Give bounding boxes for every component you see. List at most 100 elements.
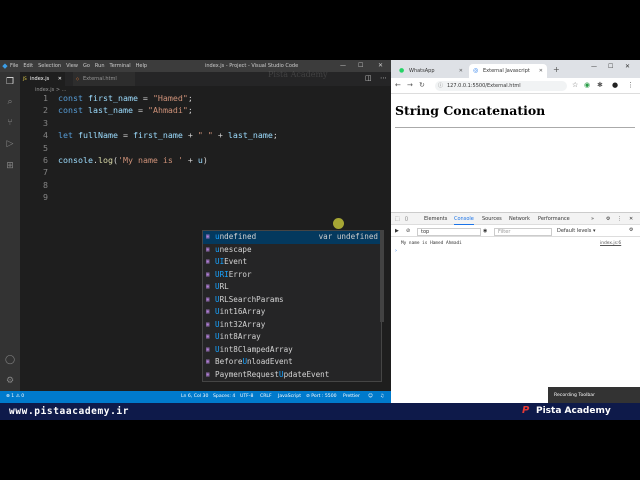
more-actions-icon[interactable]: ⋯: [380, 74, 387, 82]
problems-indicator[interactable]: ⊗ 1 ⚠ 0: [6, 394, 24, 399]
address-bar[interactable]: ⓘ 127.0.0.1:5500/External.html: [435, 81, 567, 91]
log-levels-dropdown[interactable]: Default levels ▾: [557, 228, 595, 234]
suggestion-item[interactable]: ▣ PaymentRequestUpdateEvent: [203, 369, 381, 382]
recording-toolbar[interactable]: Recording Toolbar: [548, 387, 640, 404]
suggestion-scrollbar[interactable]: [380, 230, 384, 322]
devtools-tab[interactable]: »: [591, 216, 594, 222]
symbol-icon: ▣: [206, 245, 210, 253]
maximize-icon[interactable]: ☐: [608, 63, 613, 70]
search-icon[interactable]: ⌕: [4, 96, 16, 108]
source-control-icon[interactable]: ⑂: [4, 117, 16, 129]
minimize-icon[interactable]: —: [340, 62, 346, 69]
menu-item[interactable]: Terminal: [110, 63, 131, 69]
browser-tab-external[interactable]: ◎ External Javascript ✕: [469, 64, 547, 78]
code-line[interactable]: 5: [20, 142, 380, 154]
back-icon[interactable]: ←: [395, 81, 401, 89]
suggestion-item[interactable]: ▣ BeforeUnloadEvent: [203, 356, 381, 369]
menu-item[interactable]: Run: [95, 63, 105, 69]
prettier-status[interactable]: Prettier: [343, 394, 360, 399]
code-line[interactable]: 4 let fullName = first_name + " " + last_…: [20, 129, 380, 141]
run-debug-icon[interactable]: ▷: [4, 138, 16, 150]
account-icon[interactable]: ◯: [4, 354, 16, 366]
clear-console-icon[interactable]: ⊘: [406, 228, 410, 234]
suggestion-item[interactable]: ▣ Uint8ClampedArray: [203, 344, 381, 357]
suggestion-item[interactable]: ▣ Uint8Array: [203, 331, 381, 344]
suggestion-rest: Event: [224, 257, 248, 266]
code-line[interactable]: 6 console.log('My name is ' + u): [20, 154, 380, 166]
browser-menu-icon[interactable]: ⋮: [627, 81, 634, 89]
eye-icon[interactable]: ◉: [483, 228, 487, 234]
suggestion-item[interactable]: ▣ Uint16Array: [203, 306, 381, 319]
tab-close-icon[interactable]: ✕: [58, 72, 62, 86]
maximize-icon[interactable]: ☐: [358, 62, 363, 69]
split-editor-icon[interactable]: ◫: [365, 74, 372, 82]
code-line[interactable]: 1 const first_name = "Hamed";: [20, 92, 380, 104]
extensions-icon[interactable]: ⊞: [4, 160, 16, 172]
puzzle-icon[interactable]: ✱: [597, 81, 603, 89]
suggestion-item[interactable]: ▣ URL: [203, 281, 381, 294]
devtools-tab[interactable]: Network: [509, 216, 530, 222]
live-server-port[interactable]: ⊘ Port : 5500: [306, 394, 337, 399]
devtools-close-icon[interactable]: ✕: [629, 216, 633, 222]
devtools-more-icon[interactable]: ⋮: [617, 216, 622, 222]
code-line[interactable]: 7: [20, 166, 380, 178]
suggestion-item[interactable]: ▣ undefined var undefined: [203, 231, 381, 244]
website-url: www.pistaacademy.ir: [9, 406, 130, 417]
bookmark-star-icon[interactable]: ☆: [572, 81, 578, 89]
context-selector[interactable]: top: [417, 228, 481, 236]
notifications-bell-icon[interactable]: ♫: [380, 394, 384, 399]
menu-item[interactable]: Go: [83, 63, 90, 69]
code-line[interactable]: 3: [20, 117, 380, 129]
suggestion-item[interactable]: ▣ Uint32Array: [203, 319, 381, 332]
tab-external-html[interactable]: ◇ External.html: [73, 72, 135, 86]
code-line[interactable]: 2 const last_name = "Ahmadi";: [20, 104, 380, 116]
profile-avatar[interactable]: ●: [612, 81, 618, 89]
menu-item[interactable]: Selection: [38, 63, 61, 69]
suggestion-widget[interactable]: ▣ undefined var undefined ▣ unescape ▣ UIEvent…: [202, 230, 382, 382]
devtools-settings-icon[interactable]: ⚙: [606, 216, 610, 222]
devtools-tab[interactable]: Elements: [424, 216, 447, 222]
reload-icon[interactable]: ↻: [419, 81, 425, 89]
suggestion-item[interactable]: ▣ URLSearchParams: [203, 294, 381, 307]
suggestion-label: URLSearchParams: [215, 294, 284, 307]
sidebar-toggle-icon[interactable]: ▶: [395, 228, 399, 234]
suggestion-item[interactable]: ▣ UIEvent: [203, 256, 381, 269]
menu-item[interactable]: View: [66, 63, 78, 69]
device-toolbar-icon[interactable]: ▯: [405, 216, 408, 222]
feedback-icon[interactable]: ☺: [368, 394, 373, 399]
end-of-line[interactable]: CRLF: [260, 394, 272, 399]
explorer-icon[interactable]: ❐: [4, 76, 16, 88]
tab-close-icon[interactable]: ✕: [459, 64, 463, 78]
menu-item[interactable]: Help: [136, 63, 147, 69]
encoding[interactable]: UTF-8: [240, 394, 253, 399]
code-line[interactable]: 9: [20, 191, 380, 203]
console-log-message: My name is Hamed Ahmadi: [401, 241, 462, 246]
browser-tab-whatsapp[interactable]: ● WhatsApp ✕: [395, 64, 467, 78]
console-settings-icon[interactable]: ⚙: [629, 227, 633, 233]
console-prompt-icon[interactable]: ›: [395, 248, 397, 254]
menu-item[interactable]: File: [10, 63, 18, 69]
extension-icon[interactable]: ◉: [584, 81, 590, 89]
devtools-tab[interactable]: Sources: [482, 216, 502, 222]
settings-gear-icon[interactable]: ⚙: [4, 375, 16, 387]
minimize-icon[interactable]: —: [591, 63, 597, 70]
devtools-tab[interactable]: Console: [454, 216, 474, 225]
language-mode[interactable]: JavaScript: [278, 394, 301, 399]
devtools-tab[interactable]: Performance: [538, 216, 570, 222]
inspect-icon[interactable]: ⬚: [395, 216, 400, 222]
tab-close-icon[interactable]: ✕: [539, 64, 543, 78]
forward-icon[interactable]: →: [407, 81, 413, 89]
close-icon[interactable]: ✕: [378, 62, 383, 69]
line-number: 4: [43, 130, 48, 141]
suggestion-item[interactable]: ▣ URIError: [203, 269, 381, 282]
menu-item[interactable]: Edit: [23, 63, 33, 69]
suggestion-item[interactable]: ▣ unescape: [203, 244, 381, 257]
console-filter-input[interactable]: Filter: [494, 228, 552, 236]
tab-index-js[interactable]: JS index.js ✕: [20, 72, 65, 86]
console-log-source-link[interactable]: index.js:6: [600, 241, 621, 246]
code-line[interactable]: 8: [20, 179, 380, 191]
close-icon[interactable]: ✕: [625, 63, 630, 70]
new-tab-icon[interactable]: +: [553, 65, 560, 74]
indentation[interactable]: Spaces: 4: [213, 394, 235, 399]
cursor-position[interactable]: Ln 6, Col 30: [181, 394, 208, 399]
